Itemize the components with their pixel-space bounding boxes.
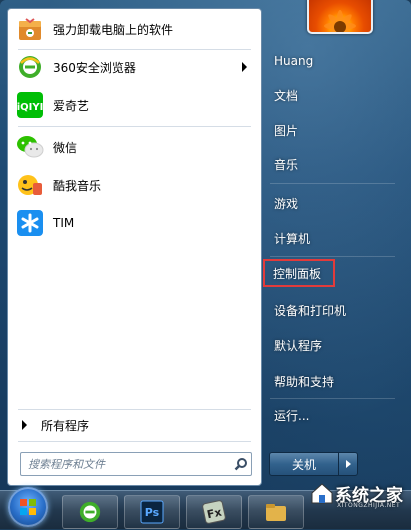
user-avatar[interactable] [307,0,373,34]
start-menu: 强力卸载电脑上的软件 360安全浏览器 iQIYI 爱奇艺 微信 酷我音乐 TI… [0,0,411,490]
uninstaller-box-icon [16,15,44,43]
right-item-label: 运行... [274,408,310,423]
tim-icon [16,209,44,237]
program-item-360-browser[interactable]: 360安全浏览器 [12,49,257,85]
program-label: TIM [53,216,75,230]
search-icon[interactable] [231,454,251,474]
right-item-label: 图片 [274,123,299,138]
shutdown-label: 关机 [291,457,316,472]
chevron-right-icon [345,460,351,468]
program-label: 爱奇艺 [53,98,90,113]
right-item-label: Huang [274,54,314,68]
fx-app-icon: Fx [202,500,226,524]
right-item-label: 音乐 [274,157,299,172]
divider [18,126,251,127]
program-item-wechat[interactable]: 微信 [12,129,257,165]
programs-panel: 强力卸载电脑上的软件 360安全浏览器 iQIYI 爱奇艺 微信 酷我音乐 TI… [7,8,262,486]
right-item-label: 控制面板 [273,266,322,281]
divider [18,441,251,442]
right-item-help-support[interactable]: 帮助和支持 [266,368,396,394]
right-item-label: 帮助和支持 [274,374,335,389]
flower-picture-icon [324,10,356,32]
start-orb-button[interactable] [8,487,48,527]
360-browser-icon [16,53,44,81]
shutdown-button-group: 关机 [269,452,358,476]
program-label: 酷我音乐 [53,178,102,193]
right-item-run[interactable]: 运行... [266,402,396,428]
taskbar-item-photoshop[interactable]: Ps [124,495,180,529]
shutdown-button[interactable]: 关机 [270,453,338,475]
svg-text:iQIYI: iQIYI [17,102,44,113]
right-item-pictures[interactable]: 图片 [266,117,396,143]
taskbar-item-360-browser[interactable] [62,495,118,529]
right-item-user[interactable]: Huang [266,48,396,74]
right-item-control-panel[interactable]: 控制面板 [263,259,335,287]
program-item-kuwo[interactable]: 酷我音乐 [12,167,257,203]
right-item-games[interactable]: 游戏 [266,190,396,216]
watermark: 系统之家 XITONGZHIJIA.NET [309,480,403,509]
folder-icon [266,504,286,521]
divider [270,183,395,184]
right-item-label: 计算机 [274,231,311,246]
program-label: 微信 [53,140,78,155]
submenu-arrow-icon [242,62,247,72]
iqiyi-icon: iQIYI [16,91,44,119]
divider [18,409,251,410]
right-item-label: 设备和打印机 [274,303,347,318]
expand-arrow-icon [22,420,27,430]
all-programs-label: 所有程序 [41,418,90,433]
right-item-label: 文档 [274,88,299,103]
360-browser-icon [79,501,101,523]
wechat-icon [16,133,44,161]
watermark-subtext: XITONGZHIJIA.NET [337,502,401,509]
right-item-devices-printers[interactable]: 设备和打印机 [266,297,396,323]
right-item-documents[interactable]: 文档 [266,82,396,108]
shutdown-options-button[interactable] [338,453,357,475]
program-label: 强力卸载电脑上的软件 [53,22,174,37]
divider [270,398,395,399]
right-item-music[interactable]: 音乐 [266,151,396,177]
all-programs-button[interactable]: 所有程序 [16,414,89,436]
right-item-label: 默认程序 [274,338,323,353]
divider [270,256,395,257]
program-item-tim[interactable]: TIM [12,205,257,241]
right-item-computer[interactable]: 计算机 [266,225,396,251]
right-item-default-programs[interactable]: 默认程序 [266,332,396,358]
search-placeholder: 搜索程序和文件 [28,458,105,471]
search-input[interactable]: 搜索程序和文件 [20,452,252,476]
photoshop-label: Ps [144,505,160,519]
windows-logo-icon [20,499,36,515]
kuwo-music-icon [16,171,44,199]
program-item-uninstaller[interactable]: 强力卸载电脑上的软件 [12,11,257,47]
taskbar-item-fx-app[interactable]: Fx [186,495,242,529]
taskbar-item-app[interactable] [248,495,304,529]
right-item-label: 游戏 [274,196,299,211]
house-logo-icon [311,483,333,504]
program-label: 360安全浏览器 [53,60,136,75]
program-item-iqiyi[interactable]: iQIYI 爱奇艺 [12,87,257,123]
